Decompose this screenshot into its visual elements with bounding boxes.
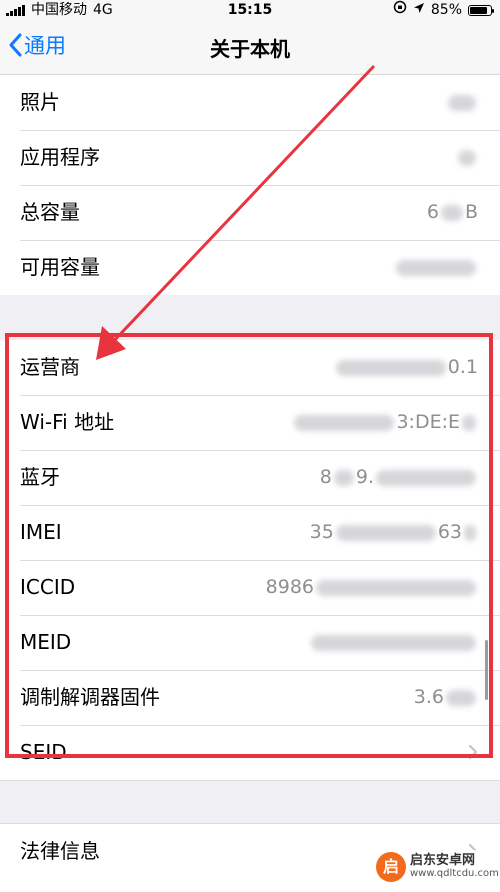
- list-item: 调制解调器固件 3.6: [0, 670, 500, 725]
- row-value: 0.1: [334, 340, 478, 395]
- list-item: ICCID 8986: [0, 560, 500, 615]
- value-start: 3.6: [413, 686, 444, 708]
- status-bar: 中国移动 4G 15:15 85%: [0, 0, 500, 20]
- row-label: 调制解调器固件: [20, 685, 160, 709]
- chevron-right-icon: [468, 744, 478, 760]
- row-value: 3:DE:E: [292, 395, 478, 450]
- list-item: 总容量 6B: [0, 185, 500, 240]
- row-label: 可用容量: [20, 255, 100, 279]
- battery-fill: [470, 6, 487, 14]
- location-icon: [413, 0, 425, 20]
- row-value: [456, 130, 478, 185]
- list-item: Wi-Fi 地址 3:DE:E: [0, 395, 500, 450]
- watermark: 启 启东安卓网 www.qdltcdu.com: [372, 850, 500, 884]
- value-end: 9.: [355, 466, 374, 488]
- list-item: MEID: [0, 615, 500, 670]
- row-value: 3.6: [414, 670, 478, 725]
- row-label: 蓝牙: [20, 465, 60, 489]
- list-item: IMEI 35 63: [0, 505, 500, 560]
- list-item: 运营商 0.1: [0, 340, 500, 395]
- value-end: B: [464, 201, 478, 223]
- storage-group: 照片 应用程序 总容量 6B 可用容量: [0, 75, 500, 295]
- value-start: 8: [319, 466, 332, 488]
- row-label: MEID: [20, 630, 72, 654]
- row-label: 应用程序: [20, 145, 100, 169]
- list-item: 照片: [0, 75, 500, 130]
- list-item: 可用容量: [0, 240, 500, 295]
- scroll-indicator: [485, 640, 488, 700]
- row-value: 8 9.: [320, 450, 478, 505]
- network-info-group: 运营商 0.1 Wi-Fi 地址 3:DE:E 蓝牙 8 9. IMEI 35 63…: [0, 340, 500, 781]
- value-end: 3:DE:E: [396, 411, 460, 433]
- row-label: IMEI: [20, 520, 62, 544]
- row-value: 8986: [266, 560, 478, 615]
- row-value: 35 63: [310, 505, 478, 560]
- row-value: 6B: [427, 185, 478, 240]
- row-label: SEID: [20, 740, 67, 764]
- battery-icon: [468, 4, 494, 16]
- value-start: 8986: [265, 576, 314, 598]
- page-title: 关于本机: [210, 37, 290, 61]
- row-label: Wi-Fi 地址: [20, 410, 115, 434]
- status-right: 85%: [393, 0, 494, 20]
- row-label: 总容量: [20, 200, 80, 224]
- battery-percent: 85%: [430, 2, 462, 18]
- orientation-lock-icon: [393, 0, 407, 20]
- row-label: 运营商: [20, 355, 80, 379]
- list-item: 蓝牙 8 9.: [0, 450, 500, 505]
- row-label: 照片: [20, 90, 60, 114]
- value-start: 6: [426, 201, 439, 223]
- row-label: 法律信息: [20, 839, 100, 863]
- value-start: 35: [309, 521, 334, 543]
- row-value: [309, 615, 478, 670]
- watermark-name: 启东安卓网: [410, 853, 476, 868]
- navigation-bar: 通用 关于本机: [0, 20, 500, 75]
- list-item: 应用程序: [0, 130, 500, 185]
- value-end: 0.1: [447, 356, 478, 378]
- row-value: [446, 75, 478, 130]
- list-item-seid[interactable]: SEID: [0, 725, 500, 780]
- watermark-logo-icon: 启: [376, 852, 406, 882]
- row-value: [394, 240, 478, 295]
- watermark-url: www.qdltcdu.com: [410, 868, 499, 879]
- watermark-text: 启东安卓网 www.qdltcdu.com: [410, 854, 499, 880]
- row-label: ICCID: [20, 575, 76, 599]
- value-end: 63: [437, 521, 462, 543]
